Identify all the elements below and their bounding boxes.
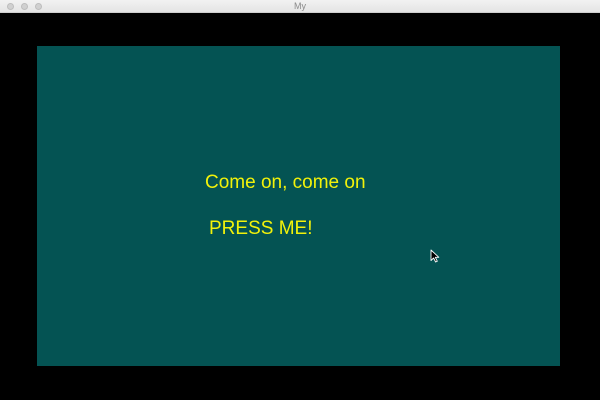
window-content: Come on, come on PRESS ME!	[0, 13, 600, 400]
app-window: My Come on, come on PRESS ME!	[0, 0, 600, 400]
prompt-message: Come on, come on	[205, 172, 366, 193]
main-panel: Come on, come on PRESS ME!	[37, 46, 560, 366]
title-bar[interactable]: My	[0, 0, 600, 13]
mouse-pointer-icon	[430, 249, 440, 263]
window-title: My	[294, 1, 306, 11]
press-me-button[interactable]: PRESS ME!	[209, 218, 312, 240]
